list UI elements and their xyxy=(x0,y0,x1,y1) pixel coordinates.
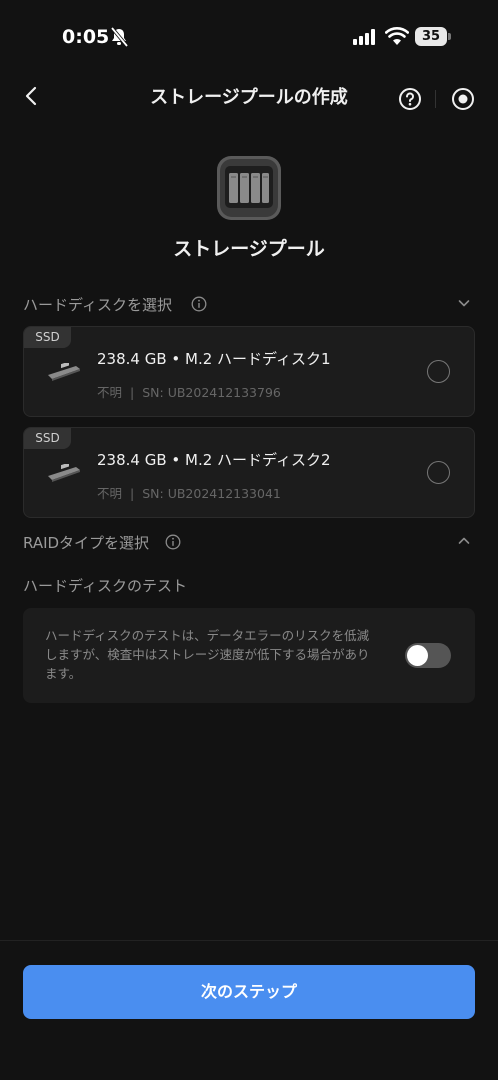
m2-ssd-icon xyxy=(48,464,80,482)
header-divider xyxy=(435,90,436,108)
battery-icon: 35 xyxy=(415,27,451,46)
disk-card-1[interactable]: SSD 238.4 GB • M.2 ハードディスク1 不明 | SN: UB202… xyxy=(23,326,475,417)
ssd-badge: SSD xyxy=(24,428,71,449)
record-target-icon[interactable] xyxy=(451,87,475,111)
disk-serial: SN: UB202412133041 xyxy=(142,486,281,501)
disk-test-title: ハードディスクのテスト xyxy=(23,577,187,595)
battery-tip xyxy=(448,33,451,40)
raid-section-title: RAIDタイプを選択 xyxy=(23,534,150,552)
disk-card-2[interactable]: SSD 238.4 GB • M.2 ハードディスク2 不明 | SN: UB202… xyxy=(23,427,475,518)
status-bar: 0:05 35 xyxy=(0,0,498,74)
disk-select-radio[interactable] xyxy=(427,461,450,484)
m2-ssd-icon xyxy=(48,363,80,381)
disk-test-toggle[interactable] xyxy=(405,643,451,668)
page-title: ストレージプールの作成 xyxy=(150,87,348,108)
bell-muted-icon xyxy=(110,27,128,47)
status-time: 0:05 xyxy=(62,26,110,48)
disk-serial: SN: UB202412133796 xyxy=(142,385,281,400)
disk-section-title: ハードディスクを選択 xyxy=(23,296,172,314)
signal-icon xyxy=(353,29,375,45)
storage-pool-title: ストレージプール xyxy=(173,238,325,260)
disk-select-radio[interactable] xyxy=(427,360,450,383)
disk-test-card: ハードディスクのテストは、データエラーのリスクを低減しますが、検査中はストレージ… xyxy=(23,608,475,703)
next-step-button[interactable]: 次のステップ xyxy=(23,965,475,1019)
chevron-up-icon[interactable] xyxy=(457,534,471,548)
storage-pool-icon xyxy=(217,156,281,220)
ssd-badge: SSD xyxy=(24,327,71,348)
info-icon[interactable] xyxy=(191,296,207,312)
battery-level: 35 xyxy=(415,27,447,46)
meta-separator: | xyxy=(130,385,135,400)
disk-section-header[interactable]: ハードディスクを選択 xyxy=(23,292,475,316)
wifi-icon xyxy=(385,27,409,45)
chevron-down-icon[interactable] xyxy=(457,296,471,310)
toggle-knob xyxy=(407,645,428,666)
info-icon[interactable] xyxy=(165,534,181,550)
disk-status: 不明 xyxy=(97,486,123,501)
meta-separator: | xyxy=(130,486,135,501)
header: ストレージプールの作成 xyxy=(0,74,498,118)
footer-divider xyxy=(0,940,498,941)
disk-test-description: ハードディスクのテストは、データエラーのリスクを低減しますが、検査中はストレージ… xyxy=(45,628,370,681)
help-icon[interactable] xyxy=(398,87,422,111)
disk-name: 238.4 GB • M.2 ハードディスク2 xyxy=(97,451,331,469)
disk-status: 不明 xyxy=(97,385,123,400)
disk-meta: 不明 | SN: UB202412133041 xyxy=(97,483,281,502)
raid-section-header[interactable]: RAIDタイプを選択 xyxy=(23,530,475,554)
disk-name: 238.4 GB • M.2 ハードディスク1 xyxy=(97,350,331,368)
disk-meta: 不明 | SN: UB202412133796 xyxy=(97,382,281,401)
